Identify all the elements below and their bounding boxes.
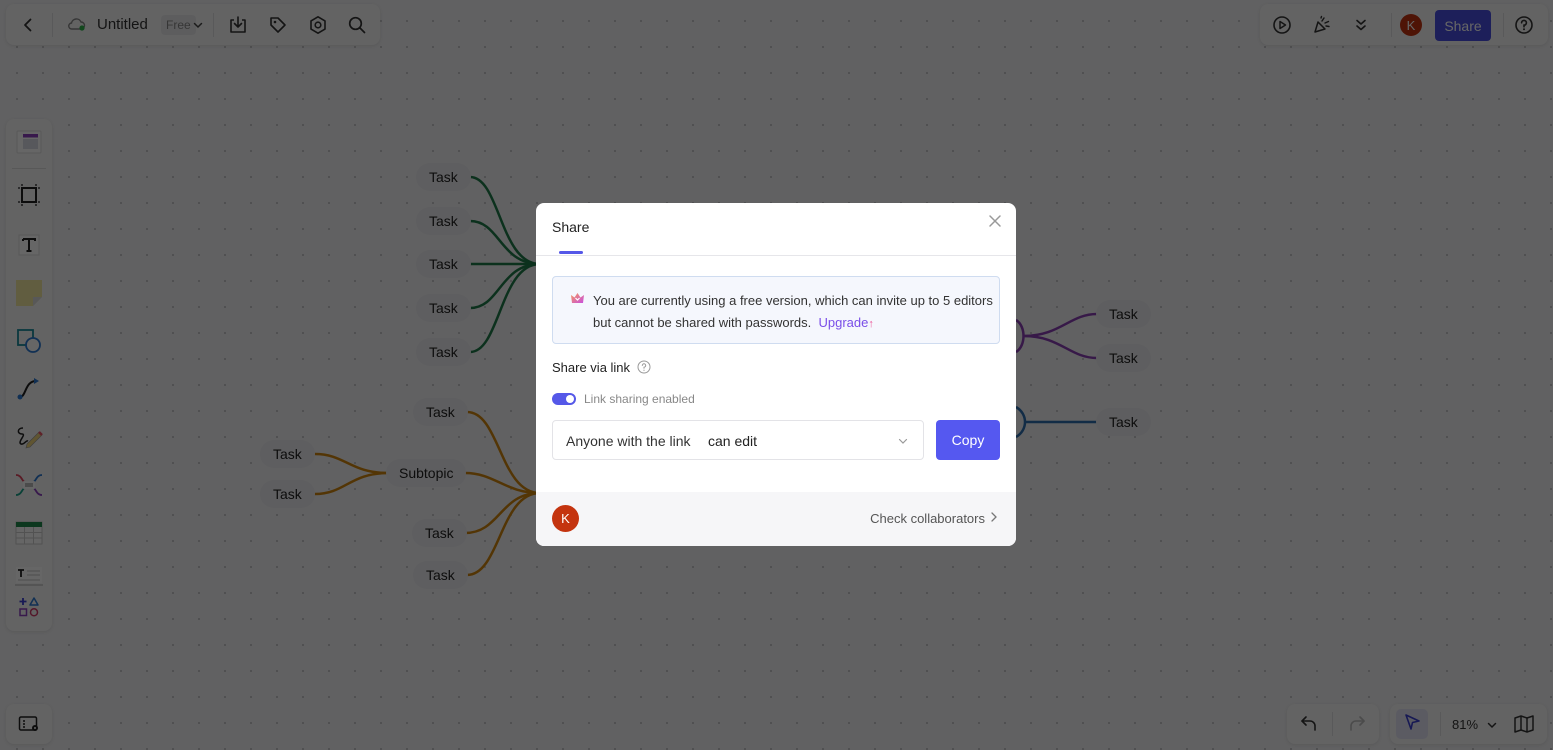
copy-link-button[interactable]: Copy bbox=[936, 420, 1000, 460]
link-sharing-toggle[interactable] bbox=[552, 393, 576, 405]
arrow-up-icon: ↑ bbox=[868, 318, 874, 330]
free-plan-notice: You are currently using a free version, … bbox=[552, 276, 1000, 344]
dialog-footer: K Check collaborators bbox=[536, 492, 1016, 546]
share-via-link-label: Share via link bbox=[552, 360, 631, 375]
upgrade-label: Upgrade bbox=[818, 315, 869, 330]
link-sharing-label: Link sharing enabled bbox=[584, 392, 695, 406]
divider bbox=[536, 255, 1016, 256]
upgrade-link[interactable]: Upgrade↑ bbox=[818, 315, 873, 330]
share-dialog: Share You are currently using a free ver… bbox=[536, 203, 1016, 546]
collaborator-avatar[interactable]: K bbox=[552, 505, 579, 532]
close-button[interactable] bbox=[985, 213, 1005, 233]
permission-prefix: Anyone with the link bbox=[566, 433, 691, 449]
close-icon bbox=[988, 214, 1002, 233]
link-permission-select[interactable]: Anyone with the link can edit bbox=[552, 420, 924, 460]
dialog-title[interactable]: Share bbox=[552, 219, 589, 235]
help-circle-icon[interactable] bbox=[637, 360, 651, 379]
chevron-right-icon bbox=[990, 511, 998, 526]
check-collaborators-link[interactable]: Check collaborators bbox=[870, 511, 998, 526]
check-collaborators-label: Check collaborators bbox=[870, 511, 985, 526]
permission-value: can edit bbox=[708, 433, 758, 449]
notice-text: You are currently using a free version, … bbox=[593, 290, 993, 335]
crown-icon bbox=[570, 291, 585, 309]
active-tab-indicator bbox=[559, 251, 583, 254]
chevron-down-icon bbox=[897, 434, 909, 452]
notice-message: You are currently using a free version, … bbox=[593, 293, 993, 330]
